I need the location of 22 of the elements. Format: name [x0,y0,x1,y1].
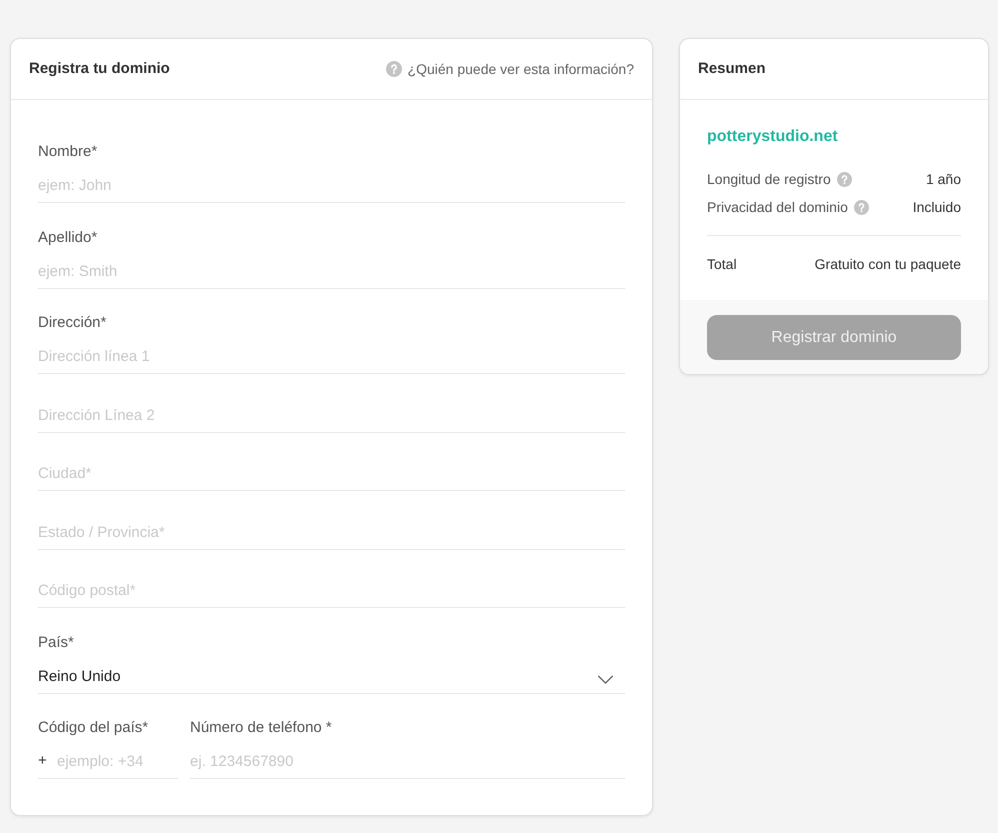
help-icon[interactable] [854,200,869,214]
summary-label: Longitud de registro [707,171,831,187]
summary-value: Incluido [912,199,961,215]
field-label: Número de teléfono * [190,718,332,738]
domain-name: potterystudio.net [707,127,838,147]
field-label: Nombre* [38,142,98,162]
field-label: Código del país* [38,718,148,738]
total-value: Gratuito con tu paquete [814,256,961,272]
privacy-info-link[interactable]: ¿Quién puede ver esta información? [386,59,634,79]
total-label: Total [707,256,737,272]
field-label: País* [38,632,74,652]
chevron-down-icon [597,674,614,684]
country-select[interactable]: Reino Unido [38,660,625,694]
field-label: Dirección* [38,313,106,333]
summary-title: Resumen [698,59,766,79]
summary-label: Privacidad del dominio [707,199,848,215]
form-title: Registra tu dominio [29,59,170,79]
plus-prefix: + [38,752,47,770]
help-icon [386,61,402,77]
summary-value: 1 año [926,171,961,187]
help-icon[interactable] [836,172,852,186]
field-label: Apellido* [38,228,98,248]
